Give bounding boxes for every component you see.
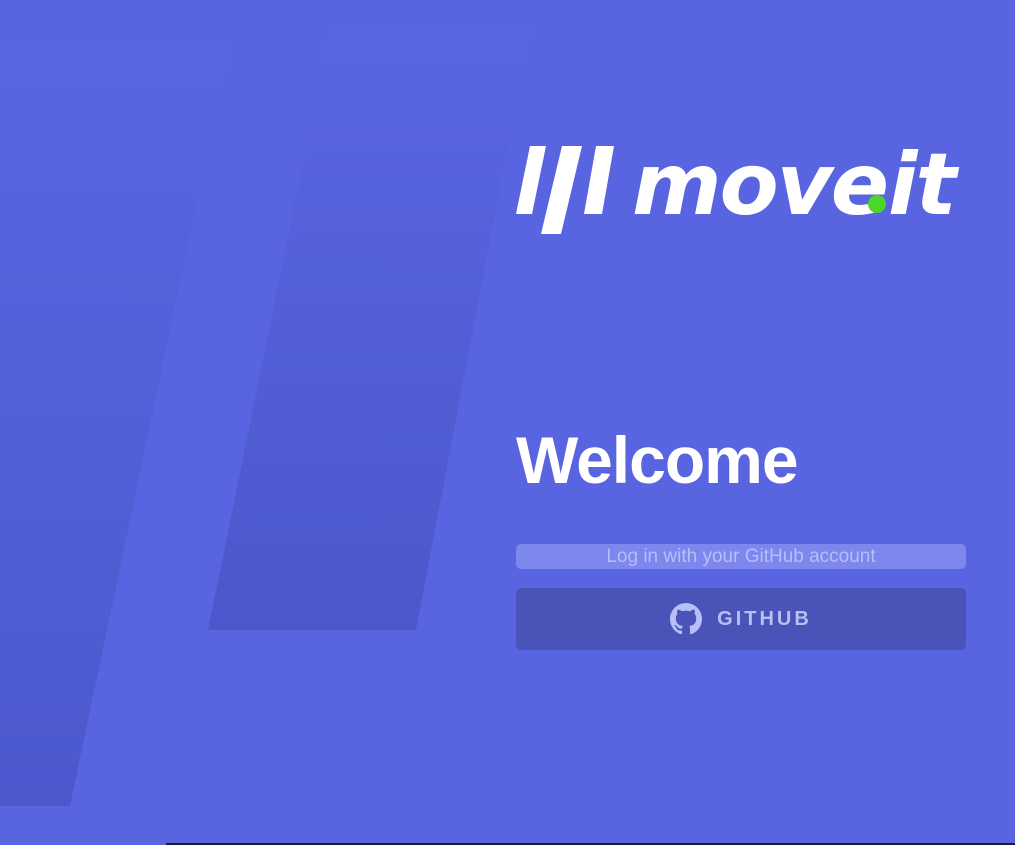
github-icon	[670, 603, 703, 635]
svg-text:it: it	[888, 136, 959, 235]
github-button-label: GITHUB	[717, 607, 812, 630]
github-login-button[interactable]: GITHUB	[516, 588, 966, 650]
move-it-logo: move it	[516, 136, 961, 235]
svg-text:move: move	[632, 136, 887, 235]
login-hint-text: Log in with your GitHub account	[606, 546, 876, 567]
background-stripe-right	[208, 30, 530, 630]
welcome-heading: Welcome	[516, 423, 799, 497]
login-hint: Log in with your GitHub account	[516, 544, 966, 569]
background-decoration	[0, 30, 530, 806]
background-stripe-left	[0, 45, 230, 806]
